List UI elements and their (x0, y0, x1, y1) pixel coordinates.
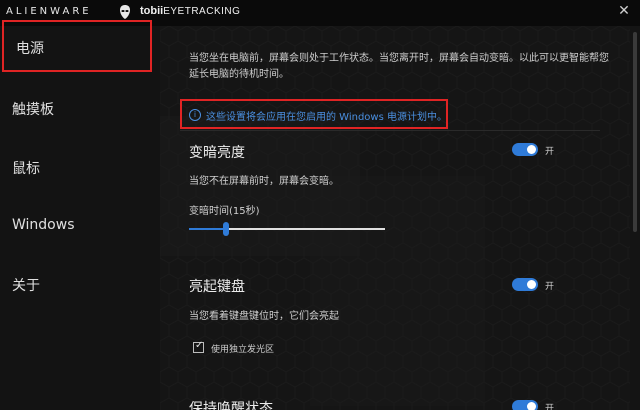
sidebar-item-label: 电源 (16, 41, 44, 57)
notice-text: 这些设置将会应用在您启用的 Windows 电源计划中。 (206, 112, 447, 123)
scrollbar[interactable] (630, 26, 640, 410)
scrollbar-thumb[interactable] (633, 32, 637, 232)
background-panel (310, 176, 485, 406)
sidebar-item-about[interactable]: 关于 (0, 259, 150, 311)
divider (180, 130, 600, 131)
sidebar-item-label: Windows (12, 217, 75, 233)
stay-awake-toggle-label: 开 (545, 404, 555, 410)
checkmark-icon: ✓ (195, 340, 204, 351)
dim-brightness-toggle[interactable] (512, 143, 538, 156)
close-icon[interactable]: ✕ (616, 3, 632, 19)
keyboard-light-title: 亮起键盘 (189, 279, 245, 295)
dim-brightness-title: 变暗亮度 (189, 145, 245, 161)
sidebar-item-power[interactable]: 电源 (2, 20, 152, 72)
tobii-logo-sub: EYETRACKING (163, 6, 241, 17)
dim-brightness-toggle-label: 开 (545, 147, 555, 157)
stay-awake-toggle[interactable] (512, 400, 538, 410)
sidebar-item-touchpad[interactable]: 触摸板 (0, 83, 150, 135)
dim-time-slider[interactable] (189, 222, 385, 236)
info-icon: i (189, 109, 201, 121)
keyboard-light-toggle[interactable] (512, 278, 538, 291)
sidebar-item-label: 关于 (12, 278, 40, 294)
sidebar-item-windows[interactable]: Windows (0, 201, 150, 253)
tobii-logo-bold: tobii (140, 5, 164, 17)
sidebar-item-label: 鼠标 (12, 161, 40, 177)
sidebar-item-label: 触摸板 (12, 102, 54, 118)
separate-zone-checkbox[interactable]: ✓ (193, 340, 204, 353)
stay-awake-title: 保持唤醒状态 (189, 401, 273, 410)
tobii-logo: tobiiEYETRACKING (140, 5, 240, 17)
keyboard-light-toggle-label: 开 (545, 282, 555, 292)
alien-head-icon (120, 5, 130, 19)
separate-zone-label: 使用独立发光区 (211, 345, 275, 355)
alienware-logo-text: ALIENWARE (6, 6, 92, 17)
slider-fill (189, 228, 227, 230)
settings-panel: 当您坐在电脑前，屏幕会则处于工作状态。当您离开时，屏幕会自动变暗。以此可以更智能… (160, 26, 630, 410)
sidebar: 电源 触摸板 鼠标 Windows 关于 (0, 20, 160, 410)
intro-text: 当您坐在电脑前，屏幕会则处于工作状态。当您离开时，屏幕会自动变暗。以此可以更智能… (189, 53, 609, 80)
power-plan-notice: i 这些设置将会应用在您启用的 Windows 电源计划中。 (180, 99, 448, 129)
dim-time-label: 变暗时间(15秒) (189, 206, 260, 217)
keyboard-light-description: 当您看着键盘键位时，它们会亮起 (189, 311, 339, 322)
slider-thumb[interactable] (223, 222, 230, 236)
sidebar-item-mouse[interactable]: 鼠标 (0, 142, 150, 194)
dim-brightness-description: 当您不在屏幕前时，屏幕会变暗。 (189, 176, 339, 187)
